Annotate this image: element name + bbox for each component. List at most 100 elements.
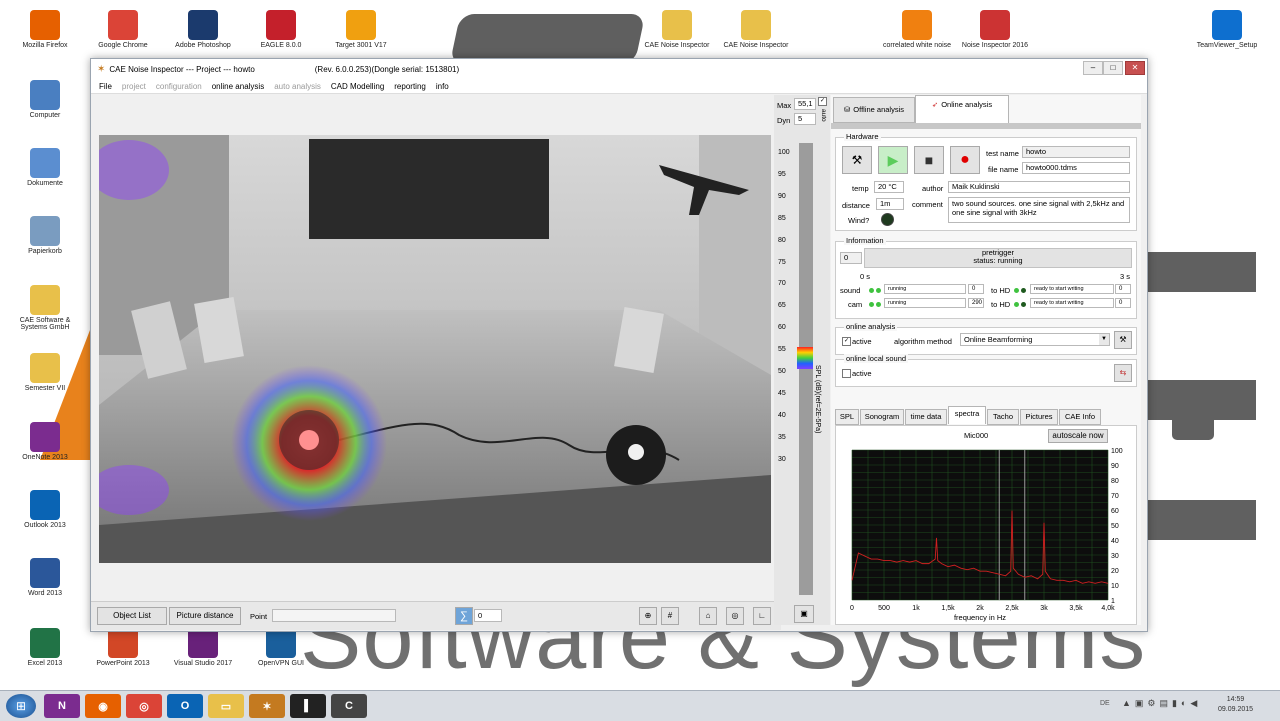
recycle-bin-icon	[30, 216, 60, 246]
app-window: ✶ CAE Noise Inspector --- Project --- ho…	[90, 58, 1148, 632]
auto-checkbox[interactable]: ✓	[818, 97, 827, 106]
snapshot-button[interactable]: ▣	[794, 605, 814, 623]
play-button[interactable]: ▶	[878, 146, 908, 174]
distance-field[interactable]: 1m	[876, 198, 904, 210]
file-name-field[interactable]: howto000.tdms	[1022, 162, 1130, 174]
close-button[interactable]: ✕	[1125, 61, 1145, 75]
menu-item[interactable]: reporting	[394, 82, 426, 91]
menu-item[interactable]: File	[99, 82, 112, 91]
menu-item[interactable]: info	[436, 82, 449, 91]
y-tick-label: 100	[1111, 448, 1123, 455]
point-field[interactable]	[272, 609, 396, 622]
tab-cae-info[interactable]: CAE Info	[1059, 409, 1101, 425]
tab-online-analysis[interactable]: ➶ Online analysis	[915, 95, 1009, 124]
local-sound-settings-button[interactable]: ⇆	[1114, 364, 1132, 382]
algorithm-settings-button[interactable]: ⚒	[1114, 331, 1132, 349]
picture-distance-button[interactable]: Picture distance	[169, 607, 241, 625]
desktop-shortcut[interactable]: TeamViewer_Setup	[1192, 10, 1262, 49]
desktop-shortcut[interactable]: OpenVPN GUI	[246, 628, 316, 667]
sound-hd-led-1	[1014, 288, 1019, 293]
tab-sonogram[interactable]: Sonogram	[860, 409, 904, 425]
tab-spl[interactable]: SPL	[835, 409, 859, 425]
sum-field[interactable]: 0	[474, 609, 502, 622]
desktop-shortcut[interactable]: Target 3001 V17	[326, 10, 396, 49]
explorer-icon[interactable]: ▭	[208, 694, 244, 718]
algorithm-select[interactable]: Online Beamforming ▼	[960, 333, 1110, 346]
test-name-field[interactable]: howto	[1022, 146, 1130, 158]
cam-hd-status-field: ready to start writing	[1030, 298, 1114, 308]
spectrum-channel-label: Mic000	[964, 431, 989, 440]
desktop-shortcut[interactable]: correlated white noise	[882, 10, 952, 49]
desktop-shortcut[interactable]: CAE Software & Systems GmbH	[10, 285, 80, 331]
desktop-shortcut-label: EAGLE 8.0.0	[260, 42, 302, 49]
cam-label: cam	[848, 300, 863, 309]
tab-tacho[interactable]: Tacho	[987, 409, 1019, 425]
target-tool-button[interactable]: ⊕	[639, 607, 657, 625]
object-list-button[interactable]: Object List	[97, 607, 167, 625]
desktop-shortcut[interactable]: Visual Studio 2017	[168, 628, 238, 667]
scale-track[interactable]	[799, 143, 813, 595]
temp-field[interactable]: 20 °C	[874, 181, 904, 193]
app-icon[interactable]: C	[331, 694, 367, 718]
cam-hd-value-field: 0	[1115, 298, 1131, 308]
max-field[interactable]: 55,1	[794, 98, 816, 110]
camera-view[interactable]	[99, 135, 771, 563]
desktop-shortcut[interactable]: Semester VII	[10, 353, 80, 392]
tab-time-data[interactable]: time data	[905, 409, 947, 425]
desktop-shortcut[interactable]: EAGLE 8.0.0	[246, 10, 316, 49]
menu-item[interactable]: CAD Modelling	[331, 82, 384, 91]
desktop-shortcut[interactable]: Papierkorb	[10, 216, 80, 255]
desktop-shortcut[interactable]: Excel 2013	[10, 628, 80, 667]
comment-field[interactable]: two sound sources. one sine signal with …	[948, 197, 1130, 223]
distance-label: distance	[842, 201, 870, 210]
desktop-shortcut[interactable]: Word 2013	[10, 558, 80, 597]
sound-label: sound	[840, 286, 861, 295]
axis-tool-button[interactable]: ∟	[753, 607, 771, 625]
desktop-shortcut[interactable]: Computer	[10, 80, 80, 119]
maximize-button[interactable]: □	[1103, 61, 1123, 75]
online-analysis-active-checkbox[interactable]: ✓	[842, 337, 851, 346]
onenote-icon[interactable]: N	[44, 694, 80, 718]
home-button[interactable]: ⌂	[699, 607, 717, 625]
tray-icons[interactable]: ▲▣⚙▤▮◐◀	[1122, 698, 1201, 709]
desktop-shortcut[interactable]: Dokumente	[10, 148, 80, 187]
desktop-shortcut[interactable]: Mozilla Firefox	[10, 10, 80, 49]
stop-button[interactable]: ■	[914, 146, 944, 174]
y-tick-label: 10	[1111, 583, 1119, 590]
firefox-icon[interactable]: ◉	[85, 694, 121, 718]
menu-item[interactable]: online analysis	[212, 82, 264, 91]
tab-offline-analysis[interactable]: ⛁ Offline analysis	[833, 97, 915, 123]
spectrum-chart[interactable]: 0 500 1k 1,5k 2k 2,5k 3k 3,5k 4,0k 100 90 80 70 60 50 4…	[836, 442, 1136, 622]
terminal-icon[interactable]: ▌	[290, 694, 326, 718]
noise-inspector-icon[interactable]: ✶	[249, 694, 285, 718]
clock[interactable]: 14:59 09.09.2015	[1218, 695, 1253, 715]
desktop-shortcut[interactable]: Noise Inspector 2016	[960, 10, 1030, 49]
start-button[interactable]: ⊞	[6, 694, 36, 718]
desktop-shortcut[interactable]: Google Chrome	[88, 10, 158, 49]
camera-tool-button[interactable]: ◎	[726, 607, 744, 625]
author-field[interactable]: Maik Kuklinski	[948, 181, 1130, 193]
y-tick-label: 60	[1111, 508, 1119, 515]
autoscale-button[interactable]: autoscale now	[1048, 429, 1108, 443]
desktop-shortcut[interactable]: CAE Noise Inspector	[721, 10, 791, 49]
online-analysis-group: online analysis ✓ active algorithm metho…	[835, 322, 1137, 355]
minimize-button[interactable]: –	[1083, 61, 1103, 75]
online-local-sound-active-checkbox[interactable]	[842, 369, 851, 378]
sum-button[interactable]: ∑	[455, 607, 473, 625]
tab-spectra[interactable]: spectra	[948, 406, 986, 424]
chrome-icon[interactable]: ◎	[126, 694, 162, 718]
desktop-shortcut[interactable]: Outlook 2013	[10, 490, 80, 529]
language-indicator[interactable]: DE	[1100, 700, 1110, 707]
desktop-shortcut[interactable]: PowerPoint 2013	[88, 628, 158, 667]
desktop-shortcut[interactable]: OneNote 2013	[10, 422, 80, 461]
grid-tool-button[interactable]: #	[661, 607, 679, 625]
record-button[interactable]: ●	[950, 146, 980, 174]
tools-button[interactable]: ⚒	[842, 146, 872, 174]
desktop-shortcut-label: CAE Software & Systems GmbH	[19, 317, 71, 331]
outlook-icon[interactable]: O	[167, 694, 203, 718]
desktop-shortcut[interactable]: CAE Noise Inspector	[642, 10, 712, 49]
tab-pictures[interactable]: Pictures	[1020, 409, 1058, 425]
dyn-field[interactable]: 5	[794, 113, 816, 125]
desktop-shortcut-label: CAE Noise Inspector	[723, 42, 789, 49]
desktop-shortcut[interactable]: Adobe Photoshop	[168, 10, 238, 49]
